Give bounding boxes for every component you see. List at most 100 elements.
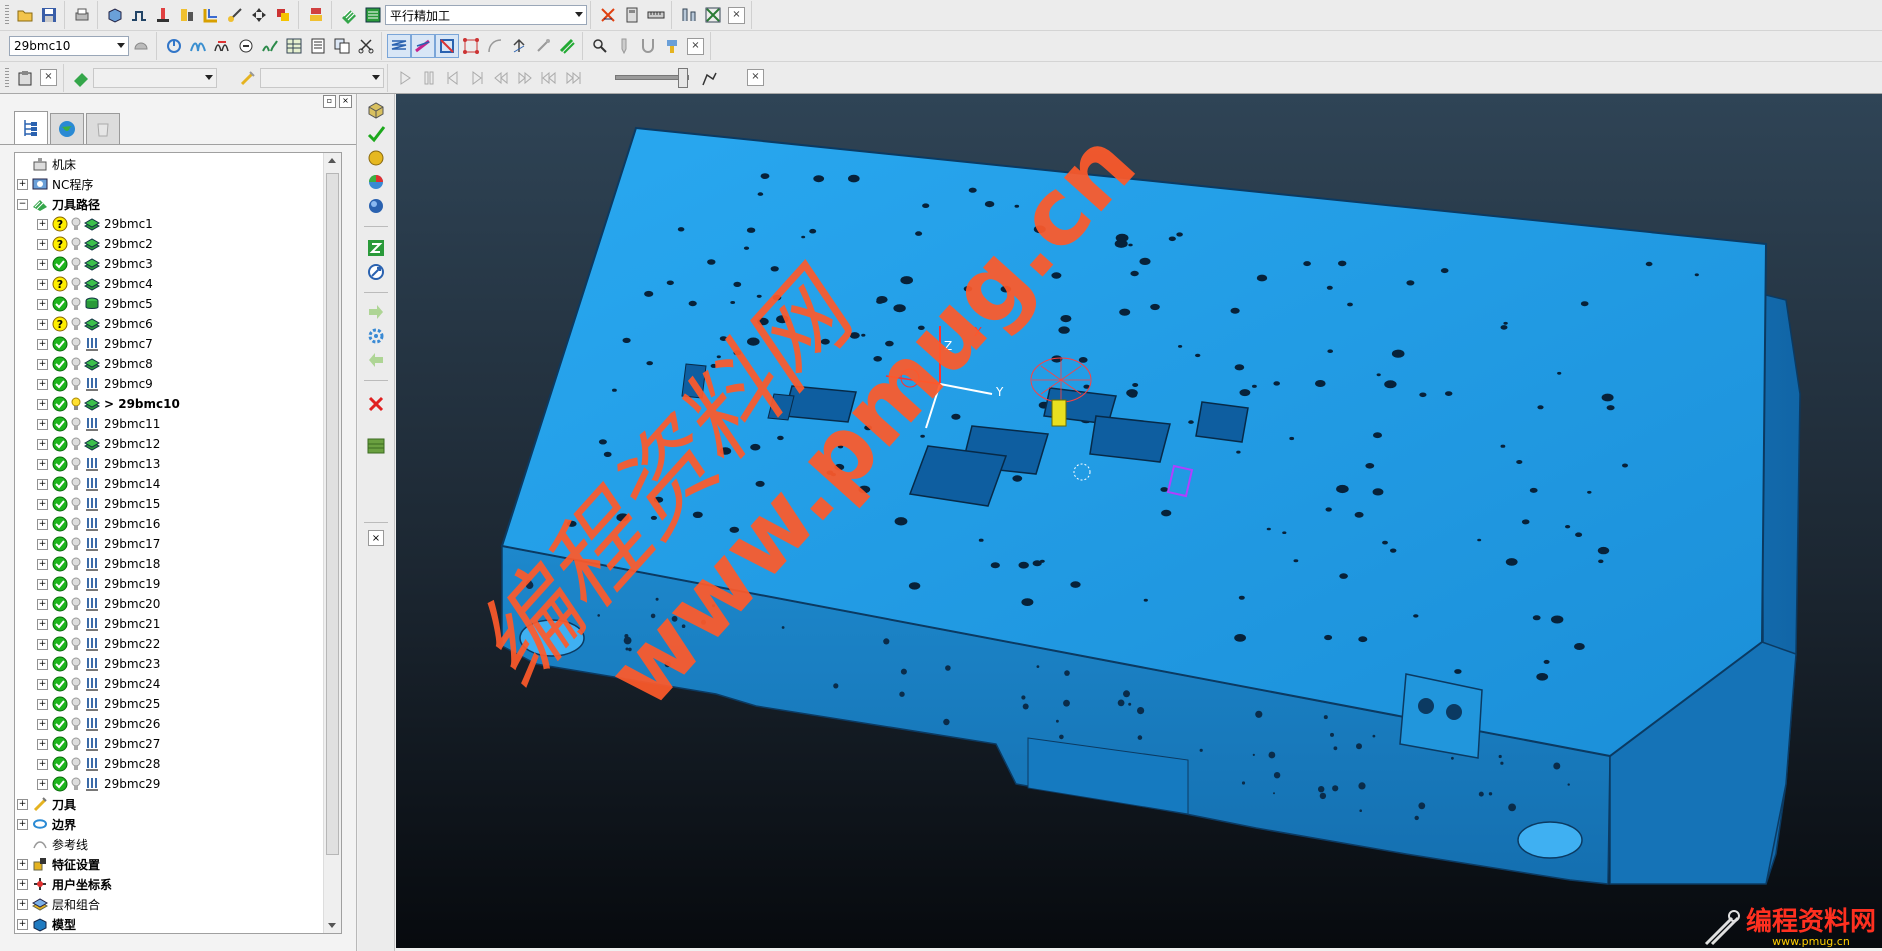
toolpath-row[interactable]: +29bmc3: [15, 254, 341, 274]
toolpath-row[interactable]: +29bmc26: [15, 714, 341, 734]
toolpath-row[interactable]: +29bmc25: [15, 694, 341, 714]
delete-tool-icon[interactable]: [597, 4, 619, 26]
tree-item[interactable]: + 边界: [15, 814, 341, 834]
start-point-icon[interactable]: [224, 4, 246, 26]
toolpath-row[interactable]: +? 29bmc6: [15, 314, 341, 334]
cancel-x-icon[interactable]: [364, 392, 388, 416]
tree-expander-icon[interactable]: +: [37, 618, 48, 630]
toolpath-row[interactable]: +29bmc16: [15, 514, 341, 534]
pause-icon[interactable]: [418, 67, 440, 89]
toolpath-row[interactable]: +29bmc23: [15, 654, 341, 674]
tree-expander-icon[interactable]: +: [37, 698, 48, 710]
divide-icon[interactable]: [211, 35, 233, 57]
stock-model-icon[interactable]: [305, 4, 327, 26]
tree-expander-icon[interactable]: +: [17, 898, 28, 910]
toolpath-row[interactable]: +29bmc11: [15, 414, 341, 434]
feed-rate-icon[interactable]: [176, 4, 198, 26]
tree-expander-icon[interactable]: +: [37, 478, 48, 490]
tree-expander-icon[interactable]: +: [37, 378, 48, 390]
toolpath-row[interactable]: +29bmc13: [15, 454, 341, 474]
close-toolbar-icon[interactable]: ×: [40, 69, 57, 86]
tree-item[interactable]: + 刀具: [15, 794, 341, 814]
limit-icon[interactable]: [187, 35, 209, 57]
shading-blue-icon[interactable]: [364, 194, 388, 218]
toolpath-row[interactable]: +29bmc24: [15, 674, 341, 694]
tree-item[interactable]: + 层和组合: [15, 894, 341, 914]
tree-expander-icon[interactable]: +: [37, 758, 48, 770]
links-display-icon[interactable]: [435, 34, 459, 58]
settings-gear-icon[interactable]: [364, 324, 388, 348]
toolpath-row[interactable]: +29bmc20: [15, 594, 341, 614]
toolpath-row[interactable]: +29bmc18: [15, 554, 341, 574]
panel-close-icon[interactable]: ×: [339, 94, 352, 108]
sim-toolpath-select[interactable]: [93, 67, 217, 88]
tab-web[interactable]: [50, 113, 84, 144]
tree-expander-icon[interactable]: +: [37, 778, 48, 790]
tree-scrollbar[interactable]: [323, 153, 341, 933]
sim-speed-slider[interactable]: [615, 68, 689, 88]
toolpath-row[interactable]: +29bmc21: [15, 614, 341, 634]
tree-expander-icon[interactable]: +: [37, 538, 48, 550]
tree-expander-icon[interactable]: +: [37, 458, 48, 470]
tree-expander-icon[interactable]: +: [37, 558, 48, 570]
close-toolbar-icon[interactable]: ×: [728, 6, 745, 24]
sim-toolpath-icon[interactable]: [70, 67, 92, 89]
copy-icon[interactable]: [331, 35, 353, 57]
verify-icon[interactable]: [272, 4, 294, 26]
part-model[interactable]: X Y Z 编程资料网 www.pmug.cn: [396, 94, 1882, 948]
machine-icon[interactable]: [14, 67, 36, 89]
tool-holder-icon[interactable]: [661, 35, 683, 57]
shaded-toolpath-icon[interactable]: [387, 34, 411, 58]
transform-icon[interactable]: [248, 4, 270, 26]
toolpath-row[interactable]: +29bmc12: [15, 434, 341, 454]
tree-expander-icon[interactable]: +: [37, 598, 48, 610]
list-icon[interactable]: [307, 35, 329, 57]
robot-arm-icon[interactable]: [698, 67, 720, 89]
close-toolbar-icon[interactable]: ×: [747, 69, 764, 86]
tree-item[interactable]: 机床: [15, 154, 341, 174]
tree-item[interactable]: 参考线: [15, 834, 341, 854]
tree-expander-icon[interactable]: +: [17, 178, 28, 190]
holder-icon[interactable]: [637, 35, 659, 57]
tool-axis-icon[interactable]: [532, 35, 554, 57]
tree-expander-icon[interactable]: +: [17, 798, 28, 810]
shading-multicolor-icon[interactable]: [364, 170, 388, 194]
toolpath-row[interactable]: +29bmc28: [15, 754, 341, 774]
toolpath-row[interactable]: + > 29bmc10: [15, 394, 341, 414]
tree-expander-icon[interactable]: +: [17, 918, 28, 930]
toolpath-row[interactable]: +29bmc5: [15, 294, 341, 314]
tree-expander-icon[interactable]: +: [37, 318, 48, 330]
rewind-icon[interactable]: [490, 67, 512, 89]
table-icon[interactable]: [283, 35, 305, 57]
toolpath-row[interactable]: +29bmc19: [15, 574, 341, 594]
close-toolbar-icon[interactable]: ×: [687, 37, 704, 55]
toolpath-row[interactable]: +29bmc15: [15, 494, 341, 514]
tree-expander-icon[interactable]: +: [37, 278, 48, 290]
tree-expander-icon[interactable]: +: [37, 358, 48, 370]
tree-expander-icon[interactable]: +: [37, 398, 48, 410]
view-iso-icon[interactable]: [364, 98, 388, 122]
tree-item[interactable]: + 特征设置: [15, 854, 341, 874]
tree-expander-icon[interactable]: +: [37, 238, 48, 250]
reorder-icon[interactable]: [163, 35, 185, 57]
tool-icon[interactable]: [152, 4, 174, 26]
gouge-check-icon[interactable]: [613, 35, 635, 57]
tree-expander-icon[interactable]: +: [37, 638, 48, 650]
toolpath-row[interactable]: +29bmc22: [15, 634, 341, 654]
tree-expander-icon[interactable]: +: [37, 658, 48, 670]
scrollbar-thumb[interactable]: [326, 173, 339, 855]
vtoolbar-close-icon[interactable]: ×: [368, 530, 384, 546]
tree-expander-icon[interactable]: +: [37, 518, 48, 530]
simulate-icon[interactable]: [130, 35, 152, 57]
play-icon[interactable]: [394, 67, 416, 89]
ruler-icon[interactable]: [645, 4, 667, 26]
tree-item[interactable]: + 模型: [15, 914, 341, 933]
toolpath-select[interactable]: 29bmc10: [9, 36, 129, 56]
tree-expander-icon[interactable]: −: [17, 198, 28, 210]
toolpath-row[interactable]: +29bmc27: [15, 734, 341, 754]
fast-forward-icon[interactable]: [514, 67, 536, 89]
tree-expander-icon[interactable]: +: [17, 818, 28, 830]
scissors-icon[interactable]: [355, 35, 377, 57]
toolbar-grip[interactable]: [5, 5, 9, 25]
rapid-move-icon[interactable]: [128, 4, 150, 26]
